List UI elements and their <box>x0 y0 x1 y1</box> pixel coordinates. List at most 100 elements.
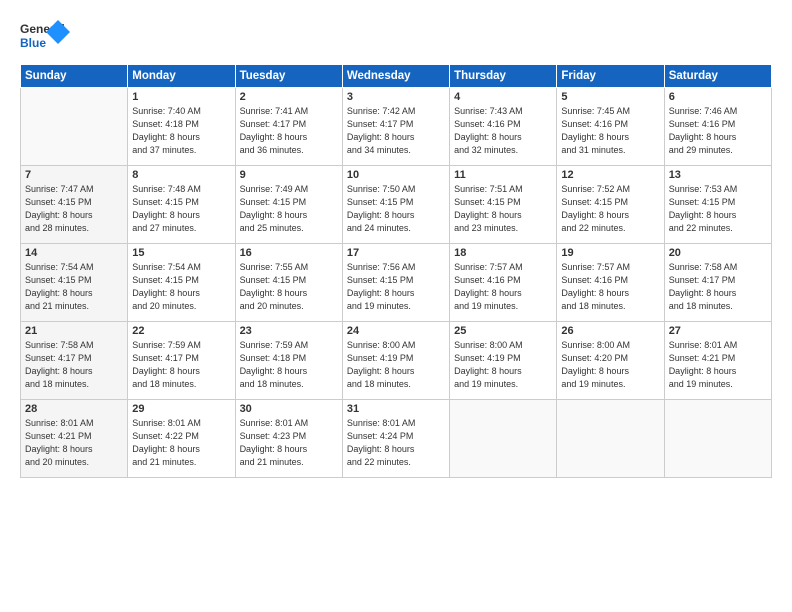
calendar-table: SundayMondayTuesdayWednesdayThursdayFrid… <box>20 64 772 478</box>
header: GeneralBlue <box>20 18 772 54</box>
day-number: 24 <box>347 325 445 337</box>
day-number: 16 <box>240 247 338 259</box>
day-info: Sunrise: 7:43 AM Sunset: 4:16 PM Dayligh… <box>454 105 552 157</box>
day-info: Sunrise: 7:54 AM Sunset: 4:15 PM Dayligh… <box>132 261 230 313</box>
day-info: Sunrise: 8:00 AM Sunset: 4:19 PM Dayligh… <box>347 339 445 391</box>
calendar-cell: 1 Sunrise: 7:40 AM Sunset: 4:18 PM Daylig… <box>128 88 235 166</box>
day-number: 20 <box>669 247 767 259</box>
day-info: Sunrise: 7:58 AM Sunset: 4:17 PM Dayligh… <box>25 339 123 391</box>
calendar-cell: 2Sunrise: 7:41 AM Sunset: 4:17 PM Daylig… <box>235 88 342 166</box>
day-number: 23 <box>240 325 338 337</box>
day-info: Sunrise: 7:49 AM Sunset: 4:15 PM Dayligh… <box>240 183 338 235</box>
day-number: 21 <box>25 325 123 337</box>
day-info: Sunrise: 7:46 AM Sunset: 4:16 PM Dayligh… <box>669 105 767 157</box>
calendar-cell: 25 Sunrise: 8:00 AM Sunset: 4:19 PM Dayli… <box>450 322 557 400</box>
calendar-cell: 21 Sunrise: 7:58 AM Sunset: 4:17 PM Dayli… <box>21 322 128 400</box>
day-number: 22 <box>132 325 230 337</box>
calendar-cell: 12 Sunrise: 7:52 AM Sunset: 4:15 PM Dayli… <box>557 166 664 244</box>
day-info: Sunrise: 7:53 AM Sunset: 4:15 PM Dayligh… <box>669 183 767 235</box>
day-info: Sunrise: 7:55 AM Sunset: 4:15 PM Dayligh… <box>240 261 338 313</box>
day-info: Sunrise: 7:40 AM Sunset: 4:18 PM Dayligh… <box>132 105 230 157</box>
calendar-cell <box>664 400 771 478</box>
calendar-cell: 4 Sunrise: 7:43 AM Sunset: 4:16 PM Daylig… <box>450 88 557 166</box>
calendar-cell: 9 Sunrise: 7:49 AM Sunset: 4:15 PM Daylig… <box>235 166 342 244</box>
calendar-cell: 30 Sunrise: 8:01 AM Sunset: 4:23 PM Dayli… <box>235 400 342 478</box>
calendar-cell: 10Sunrise: 7:50 AM Sunset: 4:15 PM Dayli… <box>342 166 449 244</box>
day-number: 15 <box>132 247 230 259</box>
day-info: Sunrise: 8:01 AM Sunset: 4:22 PM Dayligh… <box>132 417 230 469</box>
day-number: 14 <box>25 247 123 259</box>
col-header-friday: Friday <box>557 65 664 88</box>
day-info: Sunrise: 7:57 AM Sunset: 4:16 PM Dayligh… <box>454 261 552 313</box>
week-row-5: 28 Sunrise: 8:01 AM Sunset: 4:21 PM Dayli… <box>21 400 772 478</box>
page: GeneralBlue SundayMondayTuesdayWednesday… <box>0 0 792 612</box>
day-info: Sunrise: 8:01 AM Sunset: 4:21 PM Dayligh… <box>25 417 123 469</box>
col-header-saturday: Saturday <box>664 65 771 88</box>
calendar-cell: 19 Sunrise: 7:57 AM Sunset: 4:16 PM Dayli… <box>557 244 664 322</box>
day-info: Sunrise: 7:42 AM Sunset: 4:17 PM Dayligh… <box>347 105 445 157</box>
calendar-cell: 3Sunrise: 7:42 AM Sunset: 4:17 PM Daylig… <box>342 88 449 166</box>
calendar-cell: 16 Sunrise: 7:55 AM Sunset: 4:15 PM Dayli… <box>235 244 342 322</box>
calendar-cell <box>557 400 664 478</box>
calendar-cell: 29 Sunrise: 8:01 AM Sunset: 4:22 PM Dayli… <box>128 400 235 478</box>
col-header-thursday: Thursday <box>450 65 557 88</box>
day-info: Sunrise: 7:45 AM Sunset: 4:16 PM Dayligh… <box>561 105 659 157</box>
day-number: 12 <box>561 169 659 181</box>
day-info: Sunrise: 7:47 AM Sunset: 4:15 PM Dayligh… <box>25 183 123 235</box>
day-number: 17 <box>347 247 445 259</box>
day-number: 31 <box>347 403 445 415</box>
day-info: Sunrise: 7:50 AM Sunset: 4:15 PM Dayligh… <box>347 183 445 235</box>
calendar-cell: 24 Sunrise: 8:00 AM Sunset: 4:19 PM Dayli… <box>342 322 449 400</box>
day-info: Sunrise: 7:56 AM Sunset: 4:15 PM Dayligh… <box>347 261 445 313</box>
calendar-cell: 15 Sunrise: 7:54 AM Sunset: 4:15 PM Dayli… <box>128 244 235 322</box>
svg-text:Blue: Blue <box>20 36 46 50</box>
day-number: 29 <box>132 403 230 415</box>
col-header-tuesday: Tuesday <box>235 65 342 88</box>
calendar-cell: 31Sunrise: 8:01 AM Sunset: 4:24 PM Dayli… <box>342 400 449 478</box>
calendar-cell: 6Sunrise: 7:46 AM Sunset: 4:16 PM Daylig… <box>664 88 771 166</box>
col-header-wednesday: Wednesday <box>342 65 449 88</box>
calendar-cell: 28 Sunrise: 8:01 AM Sunset: 4:21 PM Dayli… <box>21 400 128 478</box>
day-info: Sunrise: 8:00 AM Sunset: 4:19 PM Dayligh… <box>454 339 552 391</box>
day-number: 4 <box>454 91 552 103</box>
day-info: Sunrise: 8:01 AM Sunset: 4:23 PM Dayligh… <box>240 417 338 469</box>
day-info: Sunrise: 8:00 AM Sunset: 4:20 PM Dayligh… <box>561 339 659 391</box>
logo: GeneralBlue <box>20 18 70 54</box>
day-info: Sunrise: 7:57 AM Sunset: 4:16 PM Dayligh… <box>561 261 659 313</box>
day-number: 1 <box>132 91 230 103</box>
col-header-sunday: Sunday <box>21 65 128 88</box>
calendar-cell <box>21 88 128 166</box>
day-number: 13 <box>669 169 767 181</box>
week-row-2: 7 Sunrise: 7:47 AM Sunset: 4:15 PM Daylig… <box>21 166 772 244</box>
calendar-cell: 18Sunrise: 7:57 AM Sunset: 4:16 PM Dayli… <box>450 244 557 322</box>
day-number: 26 <box>561 325 659 337</box>
day-number: 19 <box>561 247 659 259</box>
header-row: SundayMondayTuesdayWednesdayThursdayFrid… <box>21 65 772 88</box>
calendar-cell: 5 Sunrise: 7:45 AM Sunset: 4:16 PM Daylig… <box>557 88 664 166</box>
day-number: 9 <box>240 169 338 181</box>
calendar-cell <box>450 400 557 478</box>
day-info: Sunrise: 7:51 AM Sunset: 4:15 PM Dayligh… <box>454 183 552 235</box>
calendar-cell: 22Sunrise: 7:59 AM Sunset: 4:17 PM Dayli… <box>128 322 235 400</box>
week-row-3: 14 Sunrise: 7:54 AM Sunset: 4:15 PM Dayli… <box>21 244 772 322</box>
day-number: 5 <box>561 91 659 103</box>
day-info: Sunrise: 7:41 AM Sunset: 4:17 PM Dayligh… <box>240 105 338 157</box>
day-number: 25 <box>454 325 552 337</box>
day-number: 30 <box>240 403 338 415</box>
calendar-cell: 7 Sunrise: 7:47 AM Sunset: 4:15 PM Daylig… <box>21 166 128 244</box>
day-info: Sunrise: 7:54 AM Sunset: 4:15 PM Dayligh… <box>25 261 123 313</box>
day-number: 11 <box>454 169 552 181</box>
day-number: 8 <box>132 169 230 181</box>
day-info: Sunrise: 7:52 AM Sunset: 4:15 PM Dayligh… <box>561 183 659 235</box>
calendar-cell: 23Sunrise: 7:59 AM Sunset: 4:18 PM Dayli… <box>235 322 342 400</box>
day-info: Sunrise: 8:01 AM Sunset: 4:21 PM Dayligh… <box>669 339 767 391</box>
calendar-cell: 27 Sunrise: 8:01 AM Sunset: 4:21 PM Dayli… <box>664 322 771 400</box>
logo-svg: GeneralBlue <box>20 18 70 54</box>
week-row-1: 1 Sunrise: 7:40 AM Sunset: 4:18 PM Daylig… <box>21 88 772 166</box>
calendar-cell: 14 Sunrise: 7:54 AM Sunset: 4:15 PM Dayli… <box>21 244 128 322</box>
day-number: 7 <box>25 169 123 181</box>
day-number: 28 <box>25 403 123 415</box>
col-header-monday: Monday <box>128 65 235 88</box>
calendar-cell: 20Sunrise: 7:58 AM Sunset: 4:17 PM Dayli… <box>664 244 771 322</box>
day-number: 27 <box>669 325 767 337</box>
